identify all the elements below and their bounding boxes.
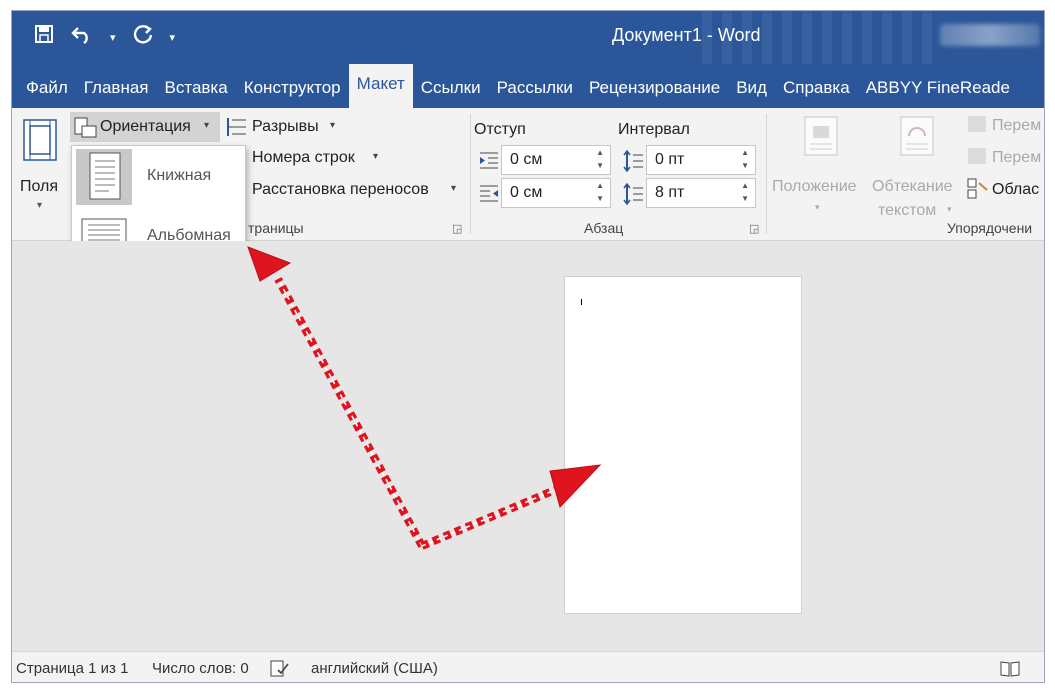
send-backward-button[interactable]: Перем xyxy=(992,149,1041,167)
title-bar: ▾ ▾ Документ1 - Word xyxy=(12,11,1044,64)
spacing-before-value: 0 пт xyxy=(655,151,685,168)
indent-right-input[interactable]: 0 см ▲ ▼ xyxy=(501,178,611,208)
line-numbers-button[interactable]: Номера строк xyxy=(252,149,355,167)
document-workspace xyxy=(12,241,1044,651)
indent-label: Отступ xyxy=(474,121,526,138)
tab-design[interactable]: Конструктор xyxy=(236,78,349,108)
breaks-icon xyxy=(222,116,248,143)
quick-access-toolbar: ▾ ▾ xyxy=(34,23,175,52)
tab-file[interactable]: Файл xyxy=(18,78,76,108)
spin-up-icon[interactable]: ▲ xyxy=(596,148,604,157)
orientation-portrait-item[interactable]: Книжная xyxy=(72,147,245,207)
send-backward-icon xyxy=(968,148,986,164)
hyphenation-dropdown-icon[interactable]: ▾ xyxy=(451,183,456,194)
tab-layout[interactable]: Макет xyxy=(348,64,413,108)
tab-home[interactable]: Главная xyxy=(76,78,157,108)
indent-left-value: 0 см xyxy=(510,151,543,168)
document-title: Документ1 - Word xyxy=(612,25,761,45)
spacing-after-value: 8 пт xyxy=(655,184,685,201)
position-button[interactable]: Положение xyxy=(772,178,857,196)
indent-left-input[interactable]: 0 см ▲ ▼ xyxy=(501,145,611,175)
spacing-label: Интервал xyxy=(618,121,690,138)
status-bar: Страница 1 из 1 Число слов: 0 английский… xyxy=(12,651,1044,682)
orientation-icon xyxy=(74,117,98,144)
selection-pane-icon xyxy=(967,178,989,205)
wrap-text-label-2: текстом xyxy=(878,202,937,219)
spacing-after-icon xyxy=(622,182,644,211)
margins-icon[interactable] xyxy=(22,118,58,167)
tab-abbyy[interactable]: ABBYY FineReade xyxy=(858,78,1018,108)
wrap-text-button[interactable]: Обтекание xyxy=(872,178,953,196)
tab-references[interactable]: Ссылки xyxy=(413,78,489,108)
spin-down-icon[interactable]: ▼ xyxy=(596,194,604,203)
portrait-icon xyxy=(76,149,132,205)
customize-icon[interactable]: ▾ xyxy=(170,25,176,51)
redo-icon[interactable] xyxy=(132,23,154,52)
bring-forward-button[interactable]: Перем xyxy=(992,117,1041,135)
orientation-button[interactable]: Ориентация ▾ xyxy=(70,112,220,142)
ribbon-separator xyxy=(766,114,767,234)
tab-insert[interactable]: Вставка xyxy=(157,78,236,108)
breaks-button[interactable]: Разрывы xyxy=(252,118,319,136)
spacing-after-input[interactable]: 8 пт ▲ ▼ xyxy=(646,178,756,208)
breaks-dropdown-icon[interactable]: ▾ xyxy=(330,120,335,131)
read-mode-icon[interactable] xyxy=(1000,660,1020,682)
position-icon xyxy=(804,116,838,161)
spin-down-icon[interactable]: ▼ xyxy=(741,194,749,203)
undo-dropdown-icon[interactable]: ▾ xyxy=(110,25,116,51)
save-icon[interactable] xyxy=(34,24,54,51)
indent-right-value: 0 см xyxy=(510,184,543,201)
indent-left-icon xyxy=(478,151,500,176)
spacing-before-icon xyxy=(622,149,644,178)
portrait-label: Книжная xyxy=(147,167,212,184)
proofing-icon[interactable] xyxy=(270,660,290,682)
margins-dropdown-icon[interactable]: ▾ xyxy=(37,200,42,211)
paragraph-group-label: Абзац xyxy=(584,220,624,236)
spin-down-icon[interactable]: ▼ xyxy=(741,161,749,170)
user-account[interactable] xyxy=(940,24,1040,46)
paragraph-launcher-icon[interactable]: ◲ xyxy=(749,222,759,235)
tab-view[interactable]: Вид xyxy=(728,78,775,108)
indent-right-icon xyxy=(478,184,500,209)
spin-up-icon[interactable]: ▲ xyxy=(596,181,604,190)
tab-mailings[interactable]: Рассылки xyxy=(489,78,581,108)
spin-up-icon[interactable]: ▲ xyxy=(741,181,749,190)
orientation-label: Ориентация xyxy=(100,118,191,135)
language[interactable]: английский (США) xyxy=(311,660,438,677)
page-setup-group-label: траницы xyxy=(248,220,304,236)
position-dropdown-icon[interactable]: ▾ xyxy=(815,202,820,213)
line-numbers-dropdown-icon[interactable]: ▾ xyxy=(373,151,378,162)
selection-pane-button[interactable]: Облас xyxy=(992,181,1039,199)
wrap-text-dropdown-icon[interactable]: ▾ xyxy=(947,204,952,215)
document-page[interactable] xyxy=(564,276,802,614)
wrap-text-icon xyxy=(900,116,934,161)
page-count[interactable]: Страница 1 из 1 xyxy=(16,660,128,677)
hyphenation-button[interactable]: Расстановка переносов xyxy=(252,181,429,199)
margins-button[interactable]: Поля xyxy=(20,178,58,196)
ribbon-separator xyxy=(470,114,471,234)
orientation-dropdown-icon: ▾ xyxy=(204,120,210,131)
bring-forward-icon xyxy=(968,116,986,132)
arrange-group-label: Упорядочени xyxy=(947,220,1033,236)
page-setup-launcher-icon[interactable]: ◲ xyxy=(452,222,462,235)
tab-help[interactable]: Справка xyxy=(775,78,858,108)
tab-review[interactable]: Рецензирование xyxy=(581,78,728,108)
spin-down-icon[interactable]: ▼ xyxy=(596,161,604,170)
word-count[interactable]: Число слов: 0 xyxy=(152,660,249,677)
spacing-before-input[interactable]: 0 пт ▲ ▼ xyxy=(646,145,756,175)
text-cursor xyxy=(581,299,582,305)
word-window: ▾ ▾ Документ1 - Word Файл Главная Вставк… xyxy=(11,10,1045,683)
ribbon-tabs: Файл Главная Вставка Конструктор Макет С… xyxy=(12,64,1044,108)
undo-icon[interactable] xyxy=(70,24,94,51)
spin-up-icon[interactable]: ▲ xyxy=(741,148,749,157)
